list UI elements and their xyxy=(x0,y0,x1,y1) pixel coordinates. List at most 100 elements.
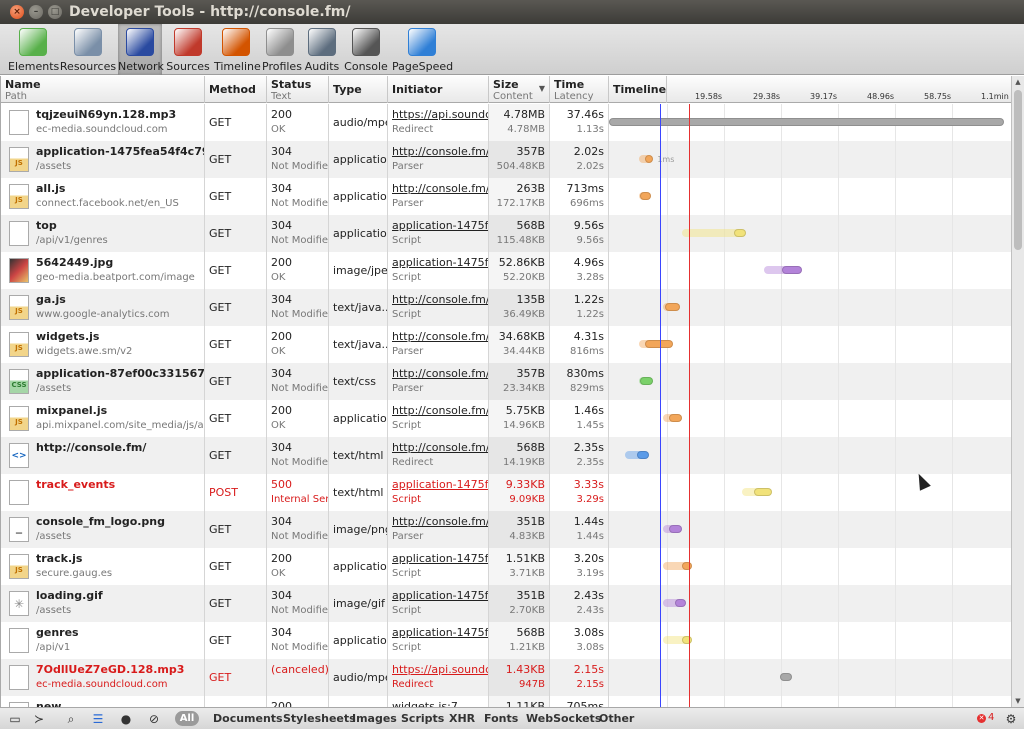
request-row[interactable]: tqjzeuiN69yn.128.mp3 ec-media.soundcloud.… xyxy=(1,104,1011,141)
timeline-download-bar[interactable] xyxy=(782,266,803,274)
cell-name: track_events xyxy=(1,474,205,511)
filter-all[interactable]: All xyxy=(175,711,199,726)
window-minimize-button[interactable]: – xyxy=(29,5,43,19)
filter-documents[interactable]: Documents xyxy=(213,712,283,725)
request-row[interactable]: genres/api/v1 GET 304 Not Modified applicati… xyxy=(1,622,1011,659)
scroll-down-arrow-icon[interactable]: ▼ xyxy=(1012,695,1024,707)
console-drawer-icon[interactable]: ≻ xyxy=(30,711,48,727)
column-timeline-header[interactable]: Timeline xyxy=(609,76,667,103)
column-name-header[interactable]: Name Path xyxy=(1,76,205,103)
filter-scripts[interactable]: Scripts xyxy=(401,712,444,725)
request-row[interactable]: application-87ef00c331567684cfe28/assets… xyxy=(1,363,1011,400)
request-row[interactable]: new 200 widgets.js:7 1.11KB 705ms xyxy=(1,696,1011,707)
timeline-download-bar[interactable] xyxy=(640,192,652,200)
request-row[interactable]: loading.gif/assets ✳ GET 304 Not Modified ima… xyxy=(1,585,1011,622)
tab-elements[interactable]: Elements xyxy=(8,24,59,75)
initiator-link[interactable]: http://console.fm/:21 xyxy=(392,145,488,158)
column-time-header[interactable]: Time Latency xyxy=(550,76,609,103)
request-row[interactable]: widgets.js widgets.awe.sm/v2 JS GET 200 OK tex… xyxy=(1,326,1011,363)
initiator-link[interactable]: application-1475fea54 xyxy=(392,552,488,565)
column-method-header[interactable]: Method xyxy=(205,76,267,103)
column-status-header[interactable]: Status Text xyxy=(267,76,329,103)
scroll-thumb[interactable] xyxy=(1014,90,1022,250)
timeline-download-bar[interactable] xyxy=(780,673,793,681)
tab-profiles[interactable]: Profiles xyxy=(262,24,302,75)
request-row[interactable]: console_fm_logo.png/assets — GET 304 Not Mod… xyxy=(1,511,1011,548)
request-row[interactable]: 5642449.jpg geo-media.beatport.com/image G… xyxy=(1,252,1011,289)
tab-pagespeed[interactable]: PageSpeed xyxy=(392,24,453,75)
initiator-link[interactable]: http://console.fm/top xyxy=(392,441,488,454)
timeline-download-bar[interactable] xyxy=(665,303,680,311)
filter-images[interactable]: Images xyxy=(352,712,397,725)
column-type-header[interactable]: Type xyxy=(329,76,388,103)
dock-toggle-icon[interactable]: ▭ xyxy=(6,711,24,727)
request-row[interactable]: application-1475fea54f4c7996af64d/assets… xyxy=(1,141,1011,178)
tab-timeline[interactable]: Timeline xyxy=(214,24,261,75)
tab-network[interactable]: Network xyxy=(118,24,164,75)
initiator-link[interactable]: http://console.fm/:21 xyxy=(392,182,488,195)
request-row[interactable]: track_events POST 500 Internal Serv text/htm… xyxy=(1,474,1011,511)
tab-console[interactable]: Console xyxy=(344,24,388,75)
timeline-download-bar[interactable] xyxy=(681,636,692,644)
settings-gear-icon[interactable]: ⚙ xyxy=(1002,711,1020,727)
cell-method xyxy=(205,696,267,707)
timeline-gridline xyxy=(724,548,725,585)
timeline-download-bar[interactable] xyxy=(637,451,650,459)
timeline-download-bar[interactable] xyxy=(669,414,682,422)
request-row[interactable]: mixpanel.js api.mixpanel.com/site_media/j… xyxy=(1,400,1011,437)
clear-icon[interactable]: ⊘ xyxy=(145,711,163,727)
error-count-badge[interactable]: ✕ 4 xyxy=(977,712,994,723)
timeline-gridline xyxy=(838,622,839,659)
filter-fonts[interactable]: Fonts xyxy=(484,712,518,725)
request-row[interactable]: http://console.fm/ <> GET 304 Not Modified te… xyxy=(1,437,1011,474)
tab-sources[interactable]: Sources xyxy=(166,24,210,75)
search-icon[interactable]: ⌕ xyxy=(62,711,80,727)
initiator-link[interactable]: http://console.fm/:207 xyxy=(392,293,488,306)
cell-size: 263B 172.17KB xyxy=(489,178,550,215)
timeline-download-bar[interactable] xyxy=(609,118,1004,126)
initiator-link[interactable]: http://console.fm/:21 xyxy=(392,330,488,343)
filter-websockets[interactable]: WebSockets xyxy=(526,712,601,725)
timeline-download-bar[interactable] xyxy=(640,377,654,385)
filter-xhr[interactable]: XHR xyxy=(449,712,475,725)
column-size-header[interactable]: Size Content ▼ xyxy=(489,76,550,103)
timeline-download-bar[interactable] xyxy=(681,562,692,570)
timeline-download-bar[interactable] xyxy=(754,488,773,496)
timeline-gridline xyxy=(667,252,668,289)
initiator-link[interactable]: application-1475fea54 xyxy=(392,626,488,639)
timeline-download-bar[interactable] xyxy=(733,229,746,237)
window-close-button[interactable]: × xyxy=(10,5,24,19)
timeline-gridline xyxy=(724,141,725,178)
initiator-link[interactable]: https://api.soundcloud xyxy=(392,108,488,121)
filter-other[interactable]: Other xyxy=(599,712,634,725)
request-row[interactable]: track.js secure.gaug.es JS GET 200 OK applicat… xyxy=(1,548,1011,585)
request-row[interactable]: top/api/v1/genres GET 304 Not Modified appli… xyxy=(1,215,1011,252)
initiator-link[interactable]: application-1475fea54 xyxy=(392,219,488,232)
grid-scrollbar[interactable]: ▲ ▼ xyxy=(1011,76,1024,707)
initiator-link[interactable]: application-1475fea54 xyxy=(392,589,488,602)
tab-audits[interactable]: Audits xyxy=(304,24,340,75)
initiator-link[interactable]: http://console.fm/:21 xyxy=(392,367,488,380)
timeline-latency-bar[interactable] xyxy=(681,229,740,237)
request-row[interactable]: 7OdllUeZ7eGD.128.mp3 ec-media.soundcloud.… xyxy=(1,659,1011,696)
large-rows-toggle-icon[interactable]: ☰ xyxy=(89,711,107,727)
timeline-download-bar[interactable] xyxy=(645,155,654,163)
tab-label: Audits xyxy=(304,60,340,73)
initiator-link[interactable]: widgets.js:7 xyxy=(392,700,458,707)
tab-resources[interactable]: Resources xyxy=(58,24,118,75)
initiator-link[interactable]: application-1475fea54 xyxy=(392,256,488,269)
cell-timeline xyxy=(609,289,1011,326)
timeline-download-bar[interactable] xyxy=(675,599,686,607)
column-initiator-header[interactable]: Initiator xyxy=(388,76,489,103)
timeline-download-bar[interactable] xyxy=(669,525,682,533)
initiator-link[interactable]: http://console.fm/:213 xyxy=(392,404,488,417)
initiator-link[interactable]: application-1475fea54 xyxy=(392,478,488,491)
request-row[interactable]: ga.js www.google-analytics.com JS GET 304 Not… xyxy=(1,289,1011,326)
initiator-link[interactable]: https://api.soundcloud xyxy=(392,663,488,676)
window-maximize-button[interactable]: □ xyxy=(48,5,62,19)
record-icon[interactable]: ● xyxy=(117,711,135,727)
filter-stylesheets[interactable]: Stylesheets xyxy=(283,712,356,725)
scroll-up-arrow-icon[interactable]: ▲ xyxy=(1012,76,1024,88)
initiator-link[interactable]: http://console.fm/:36 xyxy=(392,515,488,528)
request-row[interactable]: all.js connect.facebook.net/en_US JS GET 304… xyxy=(1,178,1011,215)
